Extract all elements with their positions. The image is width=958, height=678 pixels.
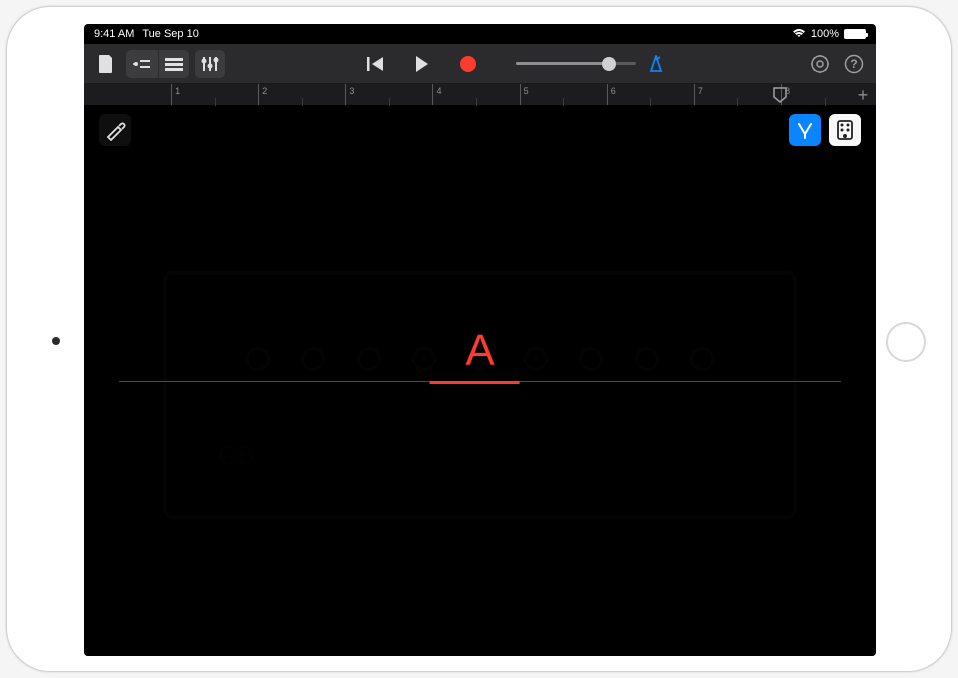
rewind-button[interactable]: [362, 50, 390, 78]
my-songs-button[interactable]: [92, 50, 120, 78]
ruler-marker: 6: [611, 86, 616, 96]
tuner-button[interactable]: [789, 114, 821, 146]
status-time: 9:41 AM: [94, 28, 134, 40]
browser-button[interactable]: [126, 50, 159, 78]
playhead-marker[interactable]: [773, 87, 787, 103]
camera-dot: [52, 337, 60, 345]
status-date: Tue Sep 10: [142, 28, 198, 40]
ruler-marker: 7: [698, 86, 703, 96]
play-button[interactable]: [408, 50, 436, 78]
toolbar: ?: [84, 44, 876, 84]
view-toggle: [126, 50, 189, 78]
transport-controls: [362, 50, 482, 78]
ruler-marker: 1: [175, 86, 180, 96]
help-button[interactable]: ?: [840, 50, 868, 78]
svg-text:?: ?: [850, 57, 857, 71]
input-button[interactable]: [99, 114, 131, 146]
track-controls-button[interactable]: [195, 50, 225, 78]
ruler-marker: 2: [262, 86, 267, 96]
status-bar: 9:41 AM Tue Sep 10 100%: [84, 24, 876, 44]
amp-logo: GB: [217, 441, 255, 471]
metronome-button[interactable]: [642, 50, 670, 78]
settings-button[interactable]: [806, 50, 834, 78]
battery-icon: [844, 29, 866, 39]
timeline-ruler[interactable]: 1 2 3 4 5 6 7 8 +: [84, 84, 876, 106]
wifi-icon: [792, 28, 806, 41]
amp-background: GB: [163, 271, 797, 519]
add-section-button[interactable]: +: [854, 86, 872, 104]
volume-slider[interactable]: [516, 54, 636, 74]
screen: 9:41 AM Tue Sep 10 100%: [84, 24, 876, 656]
ipad-frame: 9:41 AM Tue Sep 10 100%: [6, 6, 952, 672]
ruler-marker: 3: [349, 86, 354, 96]
record-button[interactable]: [454, 50, 482, 78]
stompbox-button[interactable]: [829, 114, 861, 146]
ruler-marker: 4: [436, 86, 441, 96]
tuner-note: A: [465, 326, 494, 376]
battery-percent: 100%: [811, 28, 839, 40]
home-button[interactable]: [886, 322, 926, 362]
tracks-button[interactable]: [159, 50, 189, 78]
ruler-marker: 5: [524, 86, 529, 96]
tuner-indicator: [430, 381, 520, 384]
instrument-view: GB A: [84, 106, 876, 656]
